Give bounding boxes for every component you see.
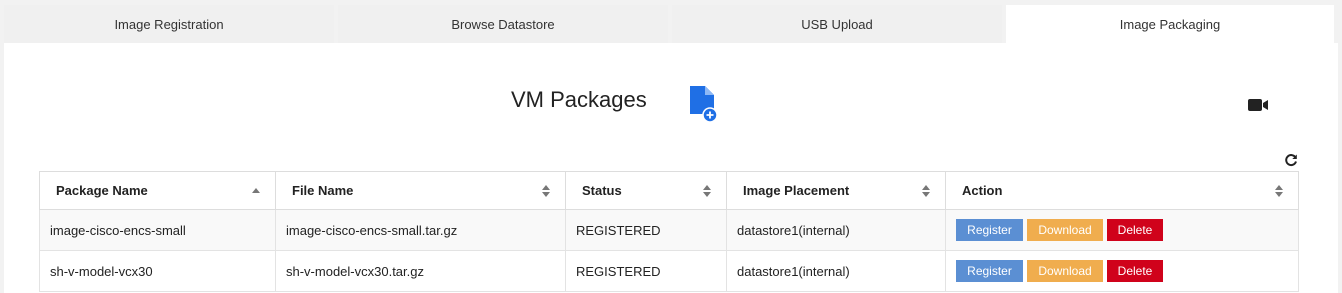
tab-usb-upload[interactable]: USB Upload (672, 5, 1002, 44)
column-header-status[interactable]: Status (565, 171, 727, 210)
download-button[interactable]: Download (1027, 219, 1103, 241)
column-label: Package Name (56, 183, 148, 198)
placement-cell: datastore1(internal) (726, 209, 946, 251)
delete-button[interactable]: Delete (1107, 219, 1163, 241)
packages-table: Package Name File Name Status Image Plac… (39, 171, 1299, 292)
table-header-row: Package Name File Name Status Image Plac… (39, 171, 1299, 210)
column-label: File Name (292, 183, 354, 198)
table-row: sh-v-model-vcx30 sh-v-model-vcx30.tar.gz… (39, 250, 1299, 292)
column-label: Image Placement (743, 183, 850, 198)
title-area: VM Packages (0, 84, 1342, 124)
file-name-cell: sh-v-model-vcx30.tar.gz (275, 250, 566, 292)
delete-button[interactable]: Delete (1107, 260, 1163, 282)
tab-bar: Image Registration Browse Datastore USB … (0, 0, 1342, 44)
download-button[interactable]: Download (1027, 260, 1103, 282)
column-header-package-name[interactable]: Package Name (39, 171, 276, 210)
file-name-cell: image-cisco-encs-small.tar.gz (275, 209, 566, 251)
tab-browse-datastore[interactable]: Browse Datastore (338, 5, 668, 44)
column-label: Action (962, 183, 1003, 198)
file-add-icon[interactable] (688, 86, 718, 122)
page-title: VM Packages (511, 87, 647, 112)
video-camera-icon[interactable] (1247, 97, 1269, 113)
package-name-cell: sh-v-model-vcx30 (39, 250, 276, 292)
register-button[interactable]: Register (956, 219, 1023, 241)
package-name-cell: image-cisco-encs-small (39, 209, 276, 251)
column-header-file-name[interactable]: File Name (275, 171, 566, 210)
tab-image-registration[interactable]: Image Registration (4, 5, 334, 44)
refresh-icon[interactable] (1284, 153, 1298, 167)
action-cell: Register Download Delete (945, 250, 1299, 292)
column-label: Status (582, 183, 622, 198)
sort-icon[interactable] (541, 184, 551, 198)
register-button[interactable]: Register (956, 260, 1023, 282)
placement-cell: datastore1(internal) (726, 250, 946, 292)
column-header-action[interactable]: Action (945, 171, 1299, 210)
status-cell: REGISTERED (565, 209, 727, 251)
column-header-image-placement[interactable]: Image Placement (726, 171, 946, 210)
tab-image-packaging[interactable]: Image Packaging (1006, 5, 1334, 44)
sort-icon[interactable] (1274, 184, 1284, 198)
sort-up-icon[interactable] (251, 184, 261, 198)
table-row: image-cisco-encs-small image-cisco-encs-… (39, 209, 1299, 251)
sort-icon[interactable] (921, 184, 931, 198)
action-cell: Register Download Delete (945, 209, 1299, 251)
sort-icon[interactable] (702, 184, 712, 198)
status-cell: REGISTERED (565, 250, 727, 292)
